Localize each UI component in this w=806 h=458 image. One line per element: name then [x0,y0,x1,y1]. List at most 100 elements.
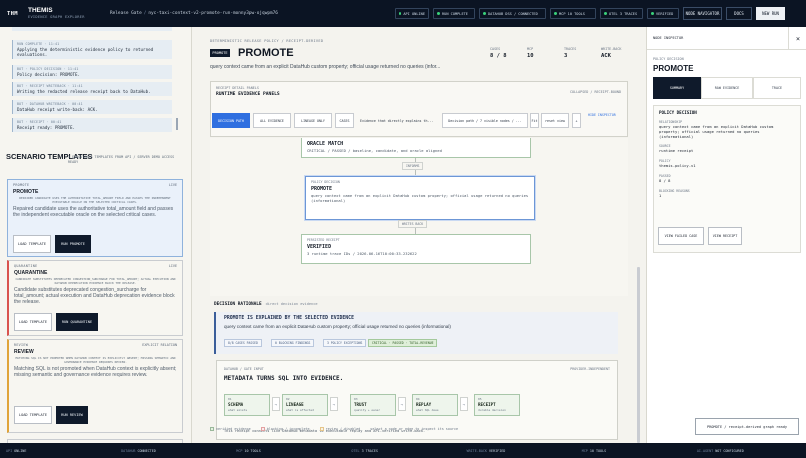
arrow-right-icon: → [398,397,406,411]
breadcrumb-gate[interactable]: Release Gate [110,11,142,16]
chip-mcp: MCP 10 TOOLS [550,8,596,19]
decision-kicker: DETERMINISTIC RELEASE POLICY / RECEIPT-D… [210,39,324,43]
inspector-kicker: POLICY DECISION [653,57,684,61]
node-inspector: NODE INSPECTOR × POLICY DECISION PROMOTE… [646,27,806,443]
edge-informs[interactable]: INFORMS [402,162,424,170]
status-dot-icon [651,12,654,15]
breadcrumb-separator: / [143,11,147,16]
tab-cases[interactable]: CASES [335,113,354,128]
status-dot-icon [437,12,440,15]
tab-raw-evidence[interactable]: RAW EVIDENCE [701,77,753,99]
scenario-card-quarantine[interactable]: QUARANTINE LIVE QUARANTINE CANDIDATE SUB… [7,260,183,336]
decision-graph[interactable]: ORACLE MATCH CRITICAL / PASSED / baselin… [210,138,628,296]
decision-path-filter[interactable]: Decision path / 7 visible nodes / ... [442,113,528,128]
zoom-in-button[interactable]: + [572,113,581,128]
pill-critical-passed: CRITICAL · PASSED · TOTAL-REVENUE [368,339,438,347]
node-oracle-match[interactable]: ORACLE MATCH CRITICAL / PASSED / baselin… [301,138,531,158]
decision-description: query context came from an explicit Data… [210,64,441,70]
tab-lineage-only[interactable]: LINEAGE ONLY [294,113,332,128]
tab-decision-path[interactable]: DECISION PATH [212,113,250,128]
step-schema[interactable]: 01 SCHEMA what exists [224,394,270,416]
top-bar: THM THEMIS EVIDENCE GRAPH EXPLORER Relea… [0,0,806,27]
timeline-item[interactable]: BOT · DATAHUB WRITEBACK · 00:41 DataHub r… [12,100,172,114]
status-mcp-tools: MCP 10 TOOLS [581,448,607,453]
brand-subtitle: EVIDENCE GRAPH EXPLORER [28,14,85,19]
legend-blocking: blocking / incomplete [260,427,310,431]
scenario-card-review[interactable]: REVIEW EXPLICIT RELATION REVIEW MATCHING… [7,339,183,433]
chip-api: API ONLINE [395,8,429,19]
status-otel: OTEL 3 TRACES [351,448,378,453]
timeline-item[interactable]: BOT · RECEIPT WRITEBACK · 11:41 Writing t… [12,82,172,96]
decision-rationale: PROMOTE IS EXPLAINED BY THE SELECTED EVI… [214,312,618,354]
docs-button[interactable]: DOCS [726,7,752,20]
scenario-templates-subtitle: 3 EXECUTABLE TEMPLATES FROM API / SERVER… [68,155,175,164]
main-panel: DETERMINISTIC RELEASE POLICY / RECEIPT-D… [196,27,642,443]
evidence-panels: RECEIPT DETAIL PANELS RUNTIME EVIDENCE P… [210,81,628,137]
step-replay[interactable]: 04 REPLAY what SQL does [412,394,458,416]
timeline-item[interactable]: BOT · POLICY DECISION · 11:41 Policy deci… [12,65,172,79]
chip-datahub: DATAHUB DSS / CONNECTED [479,8,546,19]
reset-view-button[interactable]: reset view [541,113,569,128]
app-logo: THM [7,10,18,17]
status-mcp: MCP 10 TOOLS [236,448,261,453]
run-review-button[interactable]: RUN REVIEW [56,406,88,424]
load-template-button[interactable]: LOAD TEMPLATE [13,235,51,253]
status-dot-icon [604,12,607,15]
new-run-button[interactable]: NEW RUN [756,7,785,20]
scenario-card-promote[interactable]: PROMOTE LIVE PROMOTE REPAIRED CANDIDATE … [7,179,183,257]
stat-traces: TRACES 3 [564,47,577,59]
status-dot-icon [483,12,486,15]
main-scrollbar[interactable] [637,267,640,443]
pill-cases-passed: 8/8 CASES PASSED [224,339,262,347]
edge-writes-back[interactable]: WRITES BACK [398,220,428,228]
node-policy-decision[interactable]: POLICY DECISION PROMOTE query context ca… [305,176,535,220]
pill-policy-exceptions: 3 POLICY EXCEPTIONS [323,339,367,347]
tab-all-evidence[interactable]: ALL EVIDENCE [253,113,291,128]
legend-review: review / disabled [319,427,360,431]
load-template-button[interactable]: LOAD TEMPLATE [14,313,52,331]
view-failed-case-button[interactable]: VIEW FAILED CASE [658,227,704,245]
graph-legend: verified evidence blocking / incomplete … [210,427,458,431]
status-dot-icon [554,12,557,15]
breadcrumb-run: nyc-taxi-context-v2-promote-run-monny3pw… [148,11,278,16]
status-writeback: WRITE-BACK VERIFIED [466,448,506,453]
arrow-right-icon: → [330,397,338,411]
left-sidebar: RUN COMPLETE · 11:41 Applying the determi… [0,27,192,451]
node-navigator-button[interactable]: NODE NAVIGATOR [683,7,722,20]
chip-verified: VERIFIED [647,8,679,19]
brand: THEMIS EVIDENCE GRAPH EXPLORER [28,7,85,20]
decision-badge: PROMOTE [210,49,230,57]
decision-title: PROMOTE [238,47,294,59]
chip-otel: OTEL 3 TRACES [600,8,643,19]
pill-blocking-findings: 0 BLOCKING FINDINGS [271,339,315,347]
status-datahub: DATAHUB CONNECTED [121,448,156,453]
load-template-button[interactable]: LOAD TEMPLATE [14,406,52,424]
legend-verified: verified evidence [210,427,251,431]
stat-cases: CASES 8 / 8 [490,47,507,59]
run-promote-button[interactable]: RUN PROMOTE [55,235,91,253]
decision-rationale-heading: DECISION RATIONALE direct decision eviden… [214,302,318,307]
status-ai-agent: AI-AGENT NOT CONFIGURED [696,448,744,453]
inspector-node-name: PROMOTE [653,64,694,73]
view-receipt-button[interactable]: VIEW RECEIPT [708,227,742,245]
timeline-item[interactable]: RUN COMPLETE · 11:41 Applying the determi… [12,40,172,59]
legend-hint: select a node or edge to inspect its sou… [370,427,459,431]
inspector-header: NODE INSPECTOR × [647,27,806,50]
tab-summary[interactable]: SUMMARY [653,77,701,99]
step-trust[interactable]: 03 TRUST quality + owner [350,394,396,416]
arrow-right-icon: → [460,397,468,411]
timeline-item[interactable]: BOT · RECEIPT · 00:41 Receipt ready: PROM… [12,118,172,132]
timeline-top-fade [12,27,172,31]
step-lineage[interactable]: 02 LINEAGE what is affected [282,394,328,416]
run-quarantine-button[interactable]: RUN QUARANTINE [56,313,98,331]
step-receipt[interactable]: 05 RECEIPT durable decision [474,394,520,416]
timeline-scrollbar[interactable] [176,118,178,130]
close-icon[interactable]: × [788,27,806,50]
node-persisted-receipt[interactable]: PERSISTED RECEIPT VERIFIED 3 runtime tra… [301,234,531,264]
hide-inspector-link[interactable]: HIDE INSPECTOR [588,113,616,117]
stat-mcp: MCP 10 [527,47,534,59]
fit-button[interactable]: Fit [530,113,539,128]
breadcrumb: Release Gate / nyc-taxi-context-v2-promote… [110,11,278,16]
status-dot-icon [399,12,402,15]
tab-trace[interactable]: TRACE [753,77,801,99]
